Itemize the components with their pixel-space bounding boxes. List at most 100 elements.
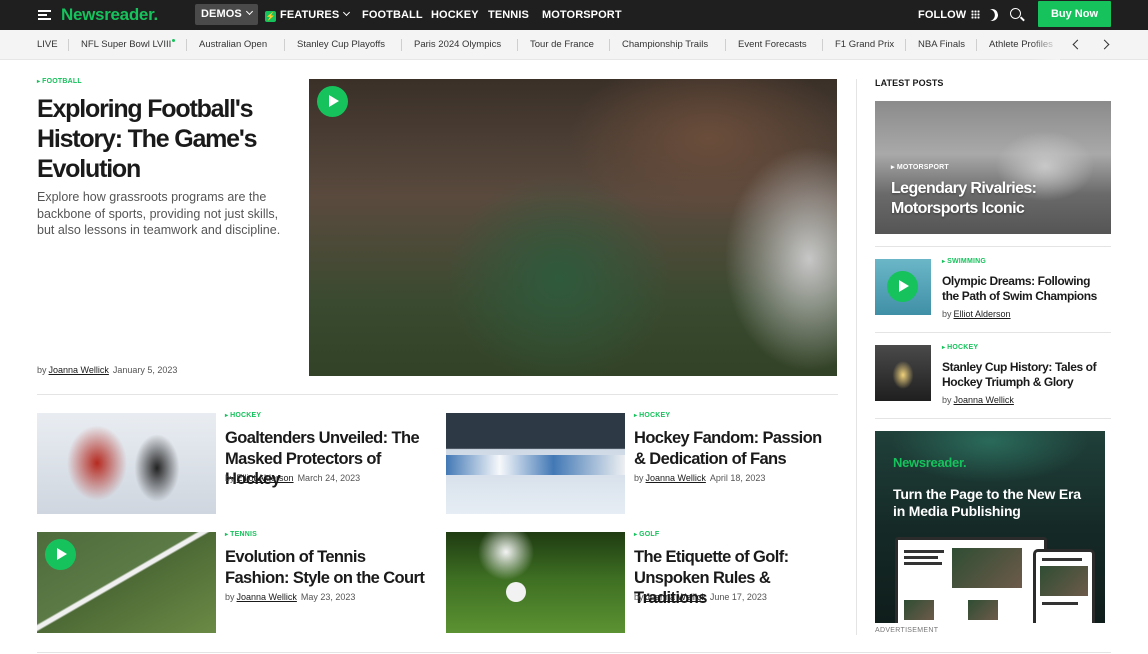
trending-item[interactable]: Championship Trails: [622, 30, 708, 60]
divider: [186, 39, 187, 51]
advertisement-label: ADVERTISEMENT: [875, 627, 939, 634]
author-link[interactable]: Elliot Alderson: [954, 309, 1011, 319]
hero-excerpt: Explore how grassroots programs are the …: [37, 190, 281, 237]
mockup-line: [1042, 558, 1082, 561]
dark-mode-icon[interactable]: [984, 7, 999, 22]
mockup-image: [1040, 566, 1088, 596]
author-link[interactable]: Elliot Alderson: [237, 473, 294, 483]
play-icon[interactable]: [45, 539, 76, 570]
hero-category[interactable]: FOOTBALL: [37, 78, 82, 85]
author-link[interactable]: Joanna Wellick: [646, 473, 706, 483]
play-icon[interactable]: [317, 86, 348, 117]
hero-image[interactable]: [309, 79, 837, 376]
nav-hockey[interactable]: HOCKEY: [431, 0, 479, 30]
bolt-icon: ⚡: [265, 11, 276, 22]
trending-item[interactable]: LIVE: [37, 30, 58, 60]
divider: [401, 39, 402, 51]
featured-title[interactable]: Legendary Rivalries: Motorsports Iconic: [891, 179, 1071, 219]
divider: [68, 39, 69, 51]
featured-post-card[interactable]: MOTORSPORT Legendary Rivalries: Motorspo…: [875, 101, 1111, 234]
divider: [37, 652, 1111, 653]
author-link[interactable]: Joanna Wellick: [646, 592, 706, 602]
ad-logo: Newsreader.: [893, 455, 967, 470]
search-icon[interactable]: [1010, 8, 1021, 19]
article-thumbnail[interactable]: [37, 413, 216, 514]
trending-item[interactable]: Event Forecasts: [738, 30, 807, 60]
follow-button[interactable]: FOLLOW: [918, 0, 981, 30]
buy-now-button[interactable]: Buy Now: [1038, 1, 1111, 27]
post-thumbnail[interactable]: [875, 259, 931, 315]
article-thumbnail[interactable]: [446, 532, 625, 633]
post-category[interactable]: SWIMMING: [942, 258, 986, 265]
byline-by: by: [942, 309, 952, 319]
post-category[interactable]: HOCKEY: [942, 344, 978, 351]
divider: [284, 39, 285, 51]
divider: [875, 246, 1111, 247]
hero-byline: by Joanna Wellick January 5, 2023: [37, 365, 177, 375]
post-date: April 18, 2023: [709, 473, 766, 483]
nav-motorsport[interactable]: MOTORSPORT: [542, 0, 622, 30]
trending-item[interactable]: NBA Finals: [918, 30, 965, 60]
divider: [875, 332, 1111, 333]
article-thumbnail[interactable]: [446, 413, 625, 514]
byline-by: by: [634, 473, 644, 483]
play-icon[interactable]: [887, 271, 918, 302]
mockup-image: [952, 548, 1022, 588]
menu-icon[interactable]: [38, 10, 51, 20]
article-category[interactable]: HOCKEY: [225, 412, 261, 419]
phone-mockup: [1033, 549, 1095, 623]
trending-item[interactable]: Tour de France: [530, 30, 594, 60]
post-date: March 24, 2023: [297, 473, 361, 483]
author-link[interactable]: Joanna Wellick: [49, 365, 109, 375]
post-thumbnail[interactable]: [875, 345, 931, 401]
post-byline: by Joanna Wellick: [942, 395, 1018, 405]
author-link[interactable]: Joanna Wellick: [237, 592, 297, 602]
hero-title[interactable]: Exploring Football's History: The Game's…: [37, 94, 277, 184]
chevron-left-icon[interactable]: [1072, 39, 1083, 50]
follow-label: FOLLOW: [918, 9, 967, 21]
article-byline: by Joanna Wellick May 23, 2023: [225, 592, 355, 602]
trending-item[interactable]: Stanley Cup Playoffs: [297, 30, 385, 60]
byline-by: by: [225, 473, 235, 483]
nav-football[interactable]: FOOTBALL: [362, 0, 423, 30]
nav-demos[interactable]: DEMOS: [195, 4, 258, 25]
trending-item[interactable]: Paris 2024 Olympics: [414, 30, 501, 60]
article-category[interactable]: GOLF: [634, 531, 659, 538]
nav-features[interactable]: ⚡ FEATURES: [265, 0, 351, 30]
chevron-down-icon: [343, 8, 351, 17]
live-dot-icon: [172, 39, 176, 42]
divider: [875, 418, 1111, 419]
nav-demos-label: DEMOS: [201, 8, 242, 20]
divider: [609, 39, 610, 51]
author-link[interactable]: Joanna Wellick: [954, 395, 1014, 405]
article-byline: by Joanna Wellick June 17, 2023: [634, 592, 767, 602]
divider: [856, 79, 857, 635]
mockup-image: [904, 600, 934, 620]
trending-item[interactable]: NFL Super Bowl LVIII: [81, 30, 176, 60]
trending-bar: LIVE NFL Super Bowl LVIII Australian Ope…: [0, 30, 1148, 60]
post-date: May 23, 2023: [300, 592, 356, 602]
mockup-image: [968, 600, 998, 620]
laptop-mockup: [895, 537, 1047, 623]
post-title[interactable]: Olympic Dreams: Following the Path of Sw…: [942, 274, 1107, 304]
featured-category[interactable]: MOTORSPORT: [891, 163, 949, 171]
advertisement-banner[interactable]: Newsreader. Turn the Page to the New Era…: [875, 431, 1105, 623]
chevron-right-icon[interactable]: [1099, 39, 1110, 50]
trending-item[interactable]: Australian Open: [199, 30, 267, 60]
byline-by: by: [37, 365, 47, 375]
post-date: January 5, 2023: [112, 365, 178, 375]
article-title[interactable]: Evolution of Tennis Fashion: Style on th…: [225, 547, 425, 588]
article-category[interactable]: HOCKEY: [634, 412, 670, 419]
article-byline: by Elliot Alderson March 24, 2023: [225, 473, 360, 483]
article-category[interactable]: TENNIS: [225, 531, 257, 538]
trending-item[interactable]: F1 Grand Prix: [835, 30, 894, 60]
article-title[interactable]: Hockey Fandom: Passion & Dedication of F…: [634, 428, 834, 469]
byline-by: by: [225, 592, 235, 602]
nav-tennis[interactable]: TENNIS: [488, 0, 529, 30]
post-title[interactable]: Stanley Cup History: Tales of Hockey Tri…: [942, 360, 1107, 390]
divider: [725, 39, 726, 51]
article-byline: by Joanna Wellick April 18, 2023: [634, 473, 765, 483]
article-thumbnail[interactable]: [37, 532, 216, 633]
mockup-line: [904, 562, 942, 565]
site-logo[interactable]: Newsreader.: [61, 5, 158, 25]
